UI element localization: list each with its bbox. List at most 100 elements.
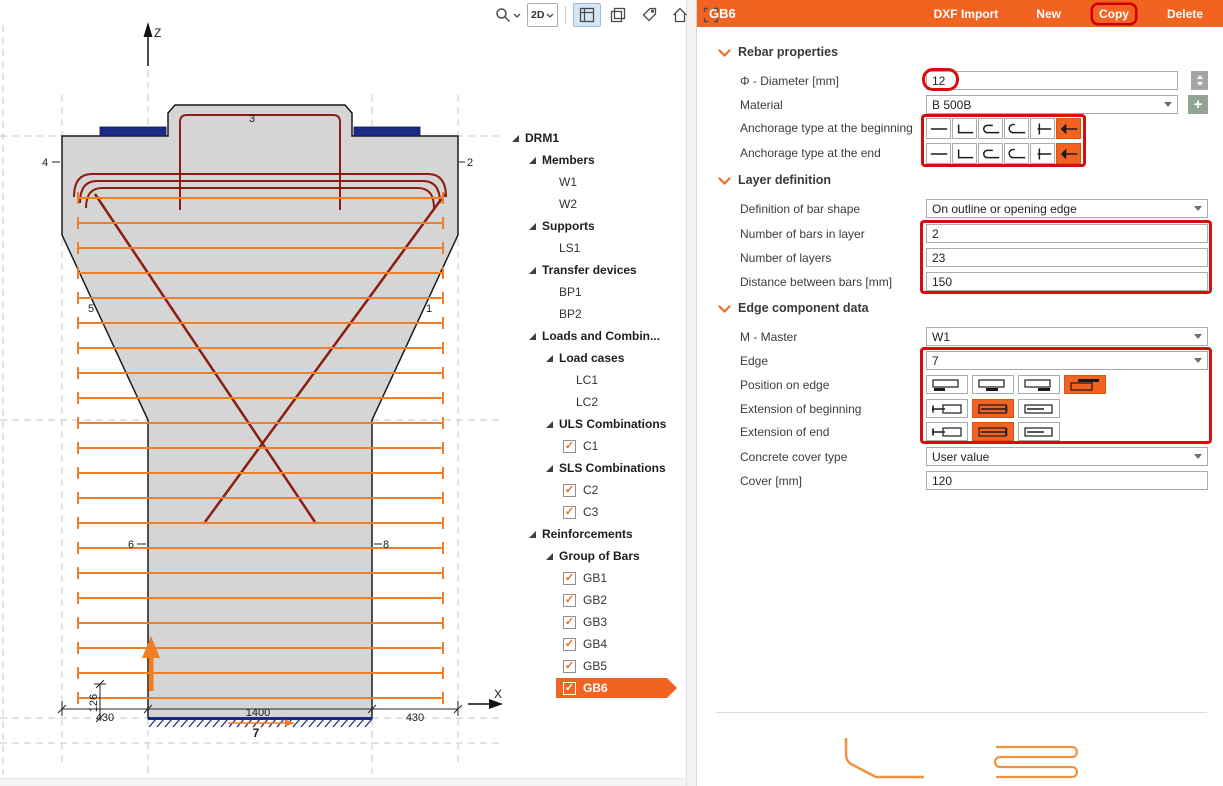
expand-button[interactable] [697, 3, 725, 27]
anchorage-bend-button[interactable] [952, 143, 977, 164]
tag-button[interactable] [635, 3, 663, 27]
tree-item-reinforcements[interactable]: Reinforcements [505, 523, 691, 545]
horizontal-scrollbar[interactable] [0, 778, 686, 786]
anchorage-head-button[interactable] [1056, 143, 1081, 164]
tree-item-members[interactable]: Members [505, 149, 691, 171]
anchorage-loop-button[interactable] [1004, 118, 1029, 139]
anchorage-hook-button[interactable] [978, 143, 1003, 164]
tree-item-drm1[interactable]: DRM1 [505, 127, 691, 149]
tree-item-transferdevices[interactable]: Transfer devices [505, 259, 691, 281]
tree-item-slscombinations[interactable]: SLS Combinations [505, 457, 691, 479]
extension-outside-button[interactable] [926, 422, 968, 441]
tree-item-label: Load cases [559, 351, 624, 365]
tree-item-gb1[interactable]: ✓GB1 [505, 567, 691, 589]
anchorage-welded-bar-button[interactable] [1030, 143, 1055, 164]
checkbox-checked[interactable]: ✓ [563, 616, 576, 629]
chevron-down-icon [718, 300, 731, 313]
tree-item-w2[interactable]: W2 [505, 193, 691, 215]
tree-expander-icon[interactable] [546, 465, 553, 472]
add-material-button[interactable]: + [1188, 95, 1208, 114]
new-button[interactable]: New [1030, 5, 1067, 23]
cover-type-dropdown[interactable]: User value [926, 447, 1208, 466]
chevron-down-icon [1194, 334, 1202, 339]
anchorage-straight-button[interactable] [926, 143, 951, 164]
extension-outside-button[interactable] [926, 399, 968, 418]
checkbox-checked[interactable]: ✓ [563, 440, 576, 453]
position-left-button[interactable] [926, 375, 968, 394]
anchorage-bend-button[interactable] [952, 118, 977, 139]
checkbox-checked[interactable]: ✓ [563, 682, 576, 695]
cover-input[interactable]: 120 [926, 471, 1208, 490]
tree-expander-icon[interactable] [529, 333, 536, 340]
tree-item-bp1[interactable]: BP1 [505, 281, 691, 303]
tree-item-c2[interactable]: ✓C2 [505, 479, 691, 501]
tree-item-bp2[interactable]: BP2 [505, 303, 691, 325]
number-of-layers-input[interactable]: 23 [926, 248, 1208, 267]
position-center-button[interactable] [972, 375, 1014, 394]
tree-item-w1[interactable]: W1 [505, 171, 691, 193]
section-edge-component-data[interactable]: Edge component data [720, 301, 869, 315]
tree-expander-icon[interactable] [529, 157, 536, 164]
master-dropdown[interactable]: W1 [926, 327, 1208, 346]
position-right-button[interactable] [1018, 375, 1060, 394]
anchorage-head-button[interactable] [1056, 118, 1081, 139]
tree-item-gb4[interactable]: ✓GB4 [505, 633, 691, 655]
checkbox-checked[interactable]: ✓ [563, 638, 576, 651]
search-button[interactable] [492, 3, 524, 27]
diameter-spinner[interactable] [1191, 71, 1208, 90]
tree-expander-icon[interactable] [529, 531, 536, 538]
tree-item-c3[interactable]: ✓C3 [505, 501, 691, 523]
copy-button[interactable]: Copy [1093, 5, 1135, 23]
position-offset-button[interactable] [1064, 375, 1106, 394]
extension-partial-button[interactable] [1018, 422, 1060, 441]
checkbox-checked[interactable]: ✓ [563, 506, 576, 519]
view-frame-button[interactable] [573, 3, 601, 27]
tree-item-supports[interactable]: Supports [505, 215, 691, 237]
extension-full-button[interactable] [972, 399, 1014, 418]
tree-item-loadsandcombin[interactable]: Loads and Combin... [505, 325, 691, 347]
anchorage-loop-button[interactable] [1004, 143, 1029, 164]
row-cover-type: Concrete cover type User value [740, 447, 1209, 469]
drawing-canvas[interactable]: Z X 3 4 2 5 1 6 8 7 430 1400 430 126 [0, 0, 508, 786]
tree-item-loadcases[interactable]: Load cases [505, 347, 691, 369]
extension-partial-button[interactable] [1018, 399, 1060, 418]
tree-expander-icon[interactable] [529, 267, 536, 274]
tree-expander-icon[interactable] [546, 553, 553, 560]
anchorage-hook-button[interactable] [978, 118, 1003, 139]
section-layer-definition[interactable]: Layer definition [720, 173, 831, 187]
tree-item-gb3[interactable]: ✓GB3 [505, 611, 691, 633]
tree-item-gb2[interactable]: ✓GB2 [505, 589, 691, 611]
tree-item-gb6[interactable]: ✓GB6 [505, 677, 691, 699]
tree-expander-icon[interactable] [529, 223, 536, 230]
bar-shape-dropdown[interactable]: On outline or opening edge [926, 199, 1208, 218]
delete-button[interactable]: Delete [1161, 5, 1209, 23]
diameter-input[interactable]: 12 [926, 71, 1178, 90]
dxf-import-button[interactable]: DXF Import [928, 5, 1005, 23]
tree-item-c1[interactable]: ✓C1 [505, 435, 691, 457]
anchorage-straight-button[interactable] [926, 118, 951, 139]
copy-view-button[interactable] [604, 3, 632, 27]
bars-in-layer-input[interactable]: 2 [926, 224, 1208, 243]
tree-expander-icon[interactable] [546, 421, 553, 428]
tree-item-lc1[interactable]: LC1 [505, 369, 691, 391]
tree-item-groupofbars[interactable]: Group of Bars [505, 545, 691, 567]
checkbox-checked[interactable]: ✓ [563, 572, 576, 585]
section-rebar-properties[interactable]: Rebar properties [720, 45, 838, 59]
drawing-area[interactable]: Z X 3 4 2 5 1 6 8 7 430 1400 430 126 [0, 0, 695, 786]
anchorage-welded-bar-button[interactable] [1030, 118, 1055, 139]
checkbox-checked[interactable]: ✓ [563, 660, 576, 673]
distance-between-bars-input[interactable]: 150 [926, 272, 1208, 291]
tree-item-gb5[interactable]: ✓GB5 [505, 655, 691, 677]
extension-full-button[interactable] [972, 422, 1014, 441]
material-dropdown[interactable]: B 500B [926, 95, 1178, 114]
tree-item-ulscombinations[interactable]: ULS Combinations [505, 413, 691, 435]
view-mode-button[interactable]: 2D [527, 3, 558, 27]
tree-item-ls1[interactable]: LS1 [505, 237, 691, 259]
tree-item-lc2[interactable]: LC2 [505, 391, 691, 413]
tree-expander-icon[interactable] [512, 135, 519, 142]
checkbox-checked[interactable]: ✓ [563, 484, 576, 497]
tree-expander-icon[interactable] [546, 355, 553, 362]
home-button[interactable] [666, 3, 694, 27]
edge-dropdown[interactable]: 7 [926, 351, 1208, 370]
checkbox-checked[interactable]: ✓ [563, 594, 576, 607]
